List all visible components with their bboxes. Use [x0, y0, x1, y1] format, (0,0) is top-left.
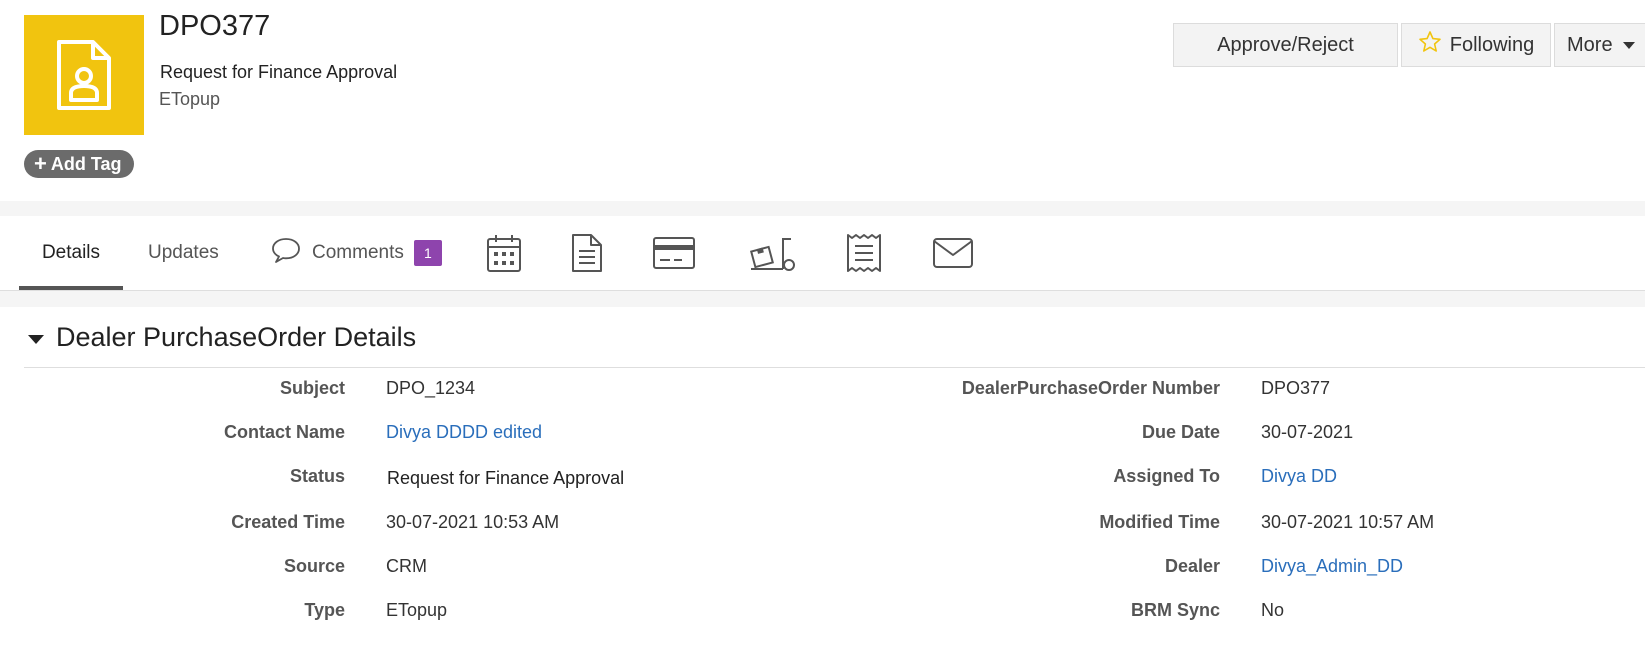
- field-value-due-date: 30-07-2021: [1261, 422, 1354, 442]
- chevron-down-icon: [1622, 41, 1635, 49]
- comment-bubble-icon: [270, 236, 302, 270]
- field-label-modified-time: Modified Time: [1099, 512, 1220, 532]
- tab-bar: Details Updates Comments 1: [0, 216, 1645, 291]
- field-label-created-time: Created Time: [231, 512, 345, 532]
- document-icon[interactable]: [571, 216, 603, 290]
- field-label-source: Source: [283, 556, 345, 576]
- field-label-type: Type: [304, 600, 345, 620]
- field-label-dpo-number: DealerPurchaseOrder Number: [961, 378, 1220, 398]
- following-button[interactable]: Following: [1401, 23, 1551, 67]
- record-title: DPO377: [159, 10, 271, 42]
- field-value-created-time: 30-07-2021 10:53 AM: [386, 512, 560, 532]
- tab-comments[interactable]: Comments 1: [270, 216, 442, 290]
- tab-details[interactable]: Details: [19, 216, 123, 290]
- field-label-contact-name: Contact Name: [223, 422, 345, 442]
- tab-updates[interactable]: Updates: [148, 216, 219, 290]
- field-label-due-date: Due Date: [1141, 422, 1220, 442]
- add-tag-button[interactable]: + Add Tag: [24, 150, 134, 178]
- field-value-source: CRM: [386, 556, 427, 576]
- field-label-subject: Subject: [279, 378, 345, 398]
- details-panel: Dealer PurchaseOrder Details Subject DPO…: [0, 307, 1645, 672]
- field-value-modified-time: 30-07-2021 10:57 AM: [1261, 512, 1435, 532]
- add-tag-label: Add Tag: [50, 153, 122, 174]
- calendar-icon[interactable]: [486, 216, 522, 290]
- field-value-assigned-to-link[interactable]: Divya DD: [1261, 466, 1337, 487]
- record-header: DPO377 Request for Finance Approval ETop…: [0, 0, 1645, 201]
- mail-icon[interactable]: [932, 216, 974, 290]
- more-button[interactable]: More: [1554, 23, 1645, 67]
- section-title: Dealer PurchaseOrder Details: [56, 321, 417, 352]
- field-value-contact-name-link[interactable]: Divya DDDD edited: [386, 422, 542, 443]
- collapse-caret-icon[interactable]: [28, 334, 44, 344]
- field-label-assigned-to: Assigned To: [1113, 466, 1220, 486]
- field-value-dealer-link[interactable]: Divya_Admin_DD: [1261, 556, 1403, 577]
- credit-card-icon[interactable]: [652, 216, 696, 290]
- field-value-brm-sync: No: [1261, 600, 1285, 620]
- field-value-status: Request for Finance Approval: [387, 468, 625, 488]
- star-icon: [1418, 30, 1442, 60]
- record-status: Request for Finance Approval: [160, 62, 398, 82]
- record-subtitle: ETopup: [159, 89, 221, 109]
- field-value-dpo-number: DPO377: [1261, 378, 1331, 398]
- tab-comments-label: Comments: [312, 242, 404, 263]
- approve-reject-button[interactable]: Approve/Reject: [1173, 23, 1398, 67]
- plus-icon: +: [34, 151, 47, 176]
- comments-count-badge: 1: [413, 240, 442, 266]
- more-label: More: [1567, 33, 1613, 56]
- field-value-subject: DPO_1234: [386, 378, 476, 398]
- field-value-type: ETopup: [386, 600, 448, 620]
- section-header: Dealer PurchaseOrder Details: [24, 307, 1645, 368]
- receipt-icon[interactable]: [846, 216, 882, 290]
- field-label-brm-sync: BRM Sync: [1130, 600, 1220, 620]
- following-label: Following: [1449, 33, 1535, 56]
- field-label-dealer: Dealer: [1164, 556, 1220, 576]
- field-label-status: Status: [289, 466, 345, 486]
- delivery-truck-icon[interactable]: [747, 216, 797, 290]
- contact-document-icon: [24, 15, 144, 135]
